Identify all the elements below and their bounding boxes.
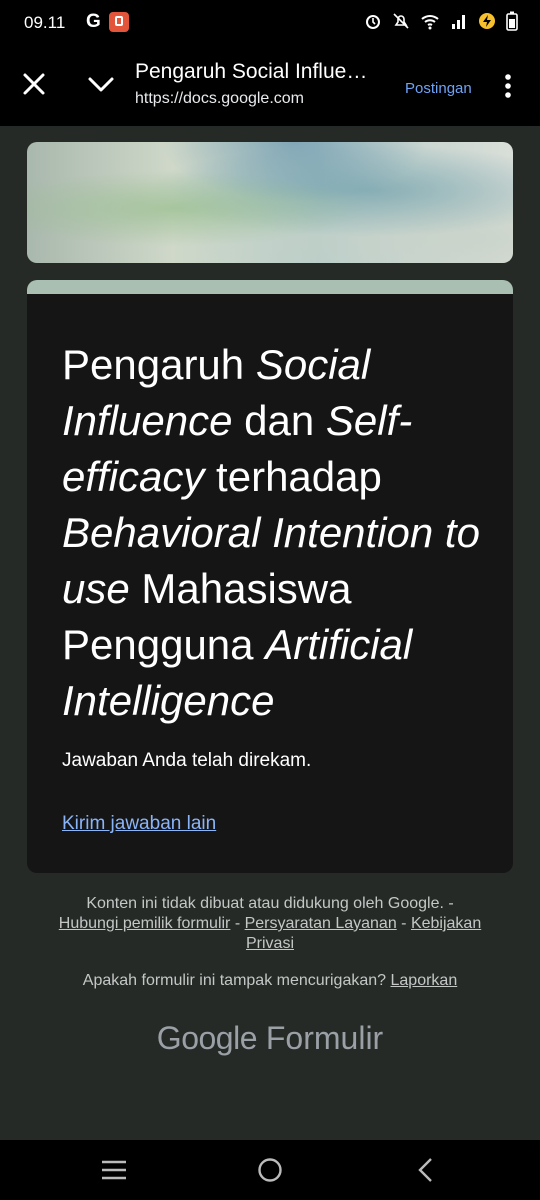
shop-icon xyxy=(108,12,129,32)
more-options-icon[interactable] xyxy=(500,72,516,100)
logo-product-text: Formulir xyxy=(265,1020,384,1056)
footer-report: Apakah formulir ini tampak mencurigakan?… xyxy=(20,972,520,990)
form-card: Pengaruh Social Influence dan Self-effic… xyxy=(27,280,513,873)
logo-google-text: Google xyxy=(156,1020,258,1056)
chevron-down-icon[interactable] xyxy=(86,70,116,98)
report-link[interactable]: Laporkan xyxy=(391,972,458,989)
title-part: terhadap xyxy=(204,453,382,500)
title-part: dan xyxy=(232,397,326,444)
title-part: Pengaruh xyxy=(62,341,256,388)
g-icon: G xyxy=(86,11,101,32)
system-navigation-bar xyxy=(0,1140,540,1200)
status-time: 09.11 xyxy=(24,13,66,32)
footer-disclaimer: Konten ini tidak dibuat atau didukung ol… xyxy=(40,894,500,954)
browser-toolbar: Pengaruh Social Influe… https://docs.goo… xyxy=(0,46,540,126)
close-icon[interactable] xyxy=(20,70,48,98)
contact-owner-link[interactable]: Hubungi pemilik formulir xyxy=(59,915,231,932)
home-icon[interactable] xyxy=(257,1157,283,1183)
form-title: Pengaruh Social Influence dan Self-effic… xyxy=(62,337,492,729)
confirmation-message: Jawaban Anda telah direkam. xyxy=(62,750,312,771)
terms-link[interactable]: Persyaratan Layanan xyxy=(245,915,397,932)
status-bar: 09.11 G xyxy=(0,0,540,46)
form-header-image xyxy=(27,142,513,263)
submit-another-link[interactable]: Kirim jawaban lain xyxy=(62,813,216,835)
separator: - xyxy=(396,915,411,932)
card-accent-bar xyxy=(27,280,513,294)
page-title: Pengaruh Social Influe… xyxy=(135,60,368,83)
separator: - xyxy=(230,915,245,932)
mute-icon xyxy=(393,13,409,29)
disclaimer-text: Konten ini tidak dibuat atau didukung ol… xyxy=(86,895,454,912)
suspicious-text: Apakah formulir ini tampak mencurigakan? xyxy=(82,972,387,989)
post-button[interactable]: Postingan xyxy=(405,80,472,97)
charging-icon xyxy=(479,13,495,29)
wifi-icon xyxy=(421,15,439,30)
page-url: https://docs.google.com xyxy=(135,90,304,107)
signal-icon xyxy=(452,15,465,29)
back-icon[interactable] xyxy=(416,1157,434,1183)
recent-apps-icon[interactable] xyxy=(101,1160,127,1180)
alarm-icon xyxy=(366,15,380,29)
battery-icon xyxy=(506,11,518,31)
google-forms-logo[interactable]: Google Formulir xyxy=(0,1020,540,1057)
